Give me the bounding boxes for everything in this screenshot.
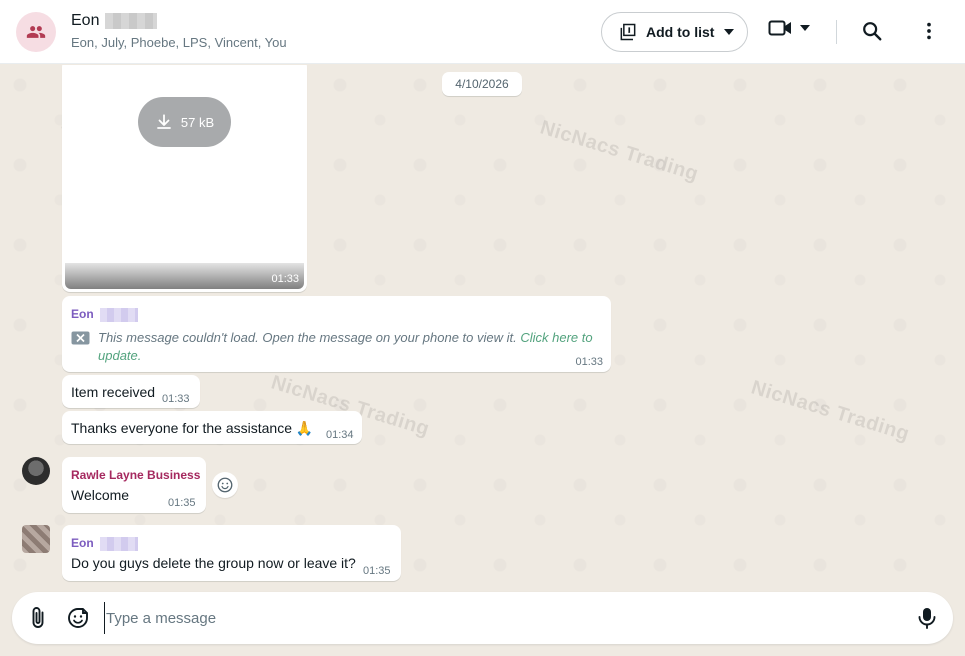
message-time: 01:35: [168, 497, 196, 509]
sender-name[interactable]: Rawle Layne Business: [71, 468, 200, 482]
watermark: NicNacs Trading: [748, 376, 912, 446]
date-divider: 4/10/2026: [442, 72, 522, 96]
download-button[interactable]: 57 kB: [138, 97, 231, 147]
message-input[interactable]: [104, 602, 884, 634]
search-icon: [861, 20, 883, 42]
update-link-end[interactable]: update.: [98, 348, 141, 363]
header-divider: [836, 20, 837, 44]
message-text: Welcome: [71, 487, 130, 503]
message-bubble[interactable]: Item received 01:33: [62, 375, 200, 408]
attach-button[interactable]: [26, 606, 50, 630]
voice-message-button[interactable]: [916, 606, 938, 630]
sticker-icon: [66, 606, 90, 630]
message-time: 01:33: [271, 273, 299, 285]
message-text: Do you guys delete the group now or leav…: [71, 555, 356, 571]
group-icon: [26, 22, 46, 42]
message-text: Item received: [71, 384, 156, 400]
add-to-list-button[interactable]: Add to list: [601, 12, 748, 52]
sender-name[interactable]: Eon: [71, 307, 94, 321]
message-bubble[interactable]: Thanks everyone for the assistance 🙏 01:…: [62, 411, 362, 444]
chat-header: Eon Eon, July, Phoebe, LPS, Vincent, You…: [0, 0, 965, 64]
redacted-name: [99, 536, 138, 551]
message-time: 01:34: [326, 429, 354, 441]
caret-down-icon: [800, 25, 810, 31]
redacted-name: [99, 307, 138, 322]
watermark: NicNacs Trading: [537, 116, 701, 186]
message-time: 01:33: [575, 356, 603, 368]
failed-message: Eon This message couldn't load. Open the…: [62, 296, 611, 372]
video-message[interactable]: 57 kB 01:33: [62, 65, 307, 292]
members-list: Eon, July, Phoebe, LPS, Vincent, You: [71, 35, 287, 50]
avatar[interactable]: [22, 525, 50, 553]
message-bubble[interactable]: Rawle Layne Business Welcome 01:35: [62, 457, 206, 513]
download-size: 57 kB: [180, 114, 215, 130]
more-options-button[interactable]: [918, 20, 940, 42]
update-link[interactable]: Click here to: [520, 330, 592, 345]
download-icon: [155, 113, 173, 131]
composer-bar: [0, 591, 965, 656]
sender-name[interactable]: Eon: [71, 536, 94, 550]
microphone-icon: [916, 606, 938, 630]
add-to-list-label: Add to list: [646, 24, 715, 40]
message-bubble[interactable]: Eon Do you guys delete the group now or …: [62, 525, 401, 581]
search-button[interactable]: [861, 20, 883, 42]
failed-message-text: This message couldn't load. Open the mes…: [98, 330, 593, 363]
emoji-icon: [216, 476, 234, 494]
caret-down-icon: [724, 29, 735, 35]
message-text: Thanks everyone for the assistance 🙏: [71, 420, 314, 436]
chat-title: Eon: [71, 12, 100, 29]
chat-title-block[interactable]: Eon Eon, July, Phoebe, LPS, Vincent, You: [71, 12, 287, 50]
group-avatar[interactable]: [16, 12, 56, 52]
video-call-button[interactable]: [768, 18, 810, 38]
attach-icon: [26, 606, 50, 630]
failed-message-icon: [71, 329, 90, 365]
message-time: 01:33: [162, 393, 190, 405]
react-button[interactable]: [212, 472, 238, 498]
video-gradient: [65, 263, 304, 289]
avatar[interactable]: [22, 457, 50, 485]
add-to-list-icon: [618, 22, 638, 42]
message-time: 01:35: [363, 565, 391, 577]
more-vertical-icon: [918, 20, 940, 42]
composer: [12, 592, 953, 644]
redacted-name: [105, 13, 158, 29]
message-list[interactable]: NicNacs Trading NicNacs Trading NicNacs …: [0, 65, 965, 591]
sticker-button[interactable]: [66, 606, 90, 630]
video-call-icon: [768, 18, 792, 38]
